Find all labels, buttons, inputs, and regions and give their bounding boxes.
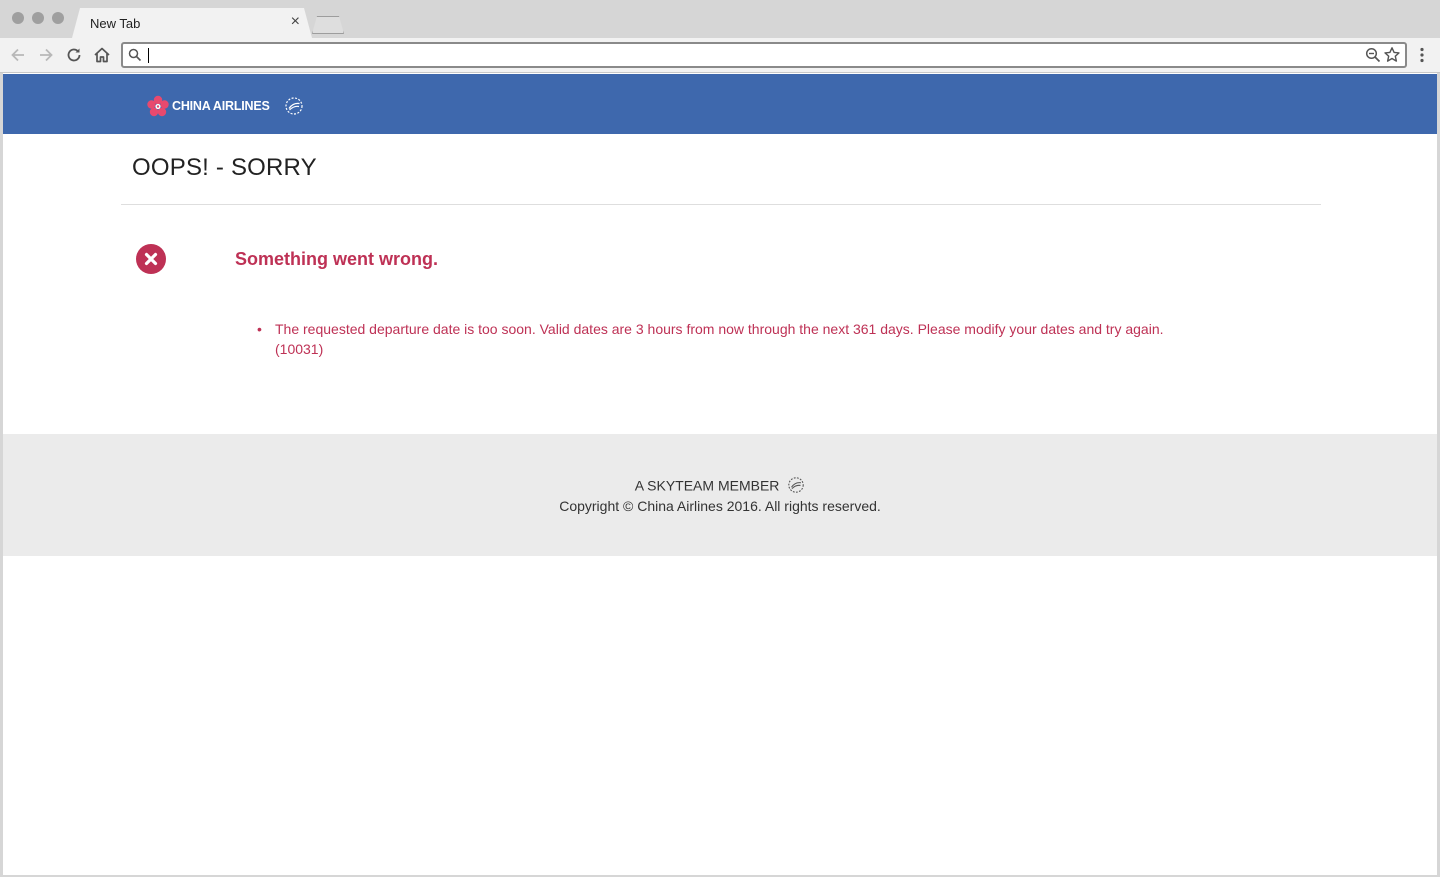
- zoom-icon[interactable]: [1365, 47, 1381, 63]
- skyteam-member-line: A SKYTEAM MEMBER: [3, 476, 1437, 494]
- home-icon[interactable]: [92, 45, 112, 65]
- tab-title: New Tab: [90, 16, 141, 31]
- forward-icon[interactable]: [36, 45, 56, 65]
- minimize-window-button[interactable]: [32, 12, 44, 24]
- skyteam-icon: [285, 97, 303, 115]
- reload-icon[interactable]: [64, 45, 84, 65]
- divider: [121, 204, 1321, 205]
- page-content: CHINA AIRLINES OOPS! - SORRY Something w…: [3, 74, 1437, 875]
- address-bar[interactable]: [121, 42, 1407, 68]
- china-airlines-logo[interactable]: CHINA AIRLINES: [146, 94, 304, 118]
- tab-strip: New Tab ×: [0, 0, 1440, 38]
- browser-toolbar: [0, 38, 1440, 73]
- maximize-window-button[interactable]: [52, 12, 64, 24]
- skyteam-member-text: A SKYTEAM MEMBER: [634, 477, 780, 494]
- error-message-text: The requested departure date is too soon…: [275, 321, 1164, 357]
- tab-close-icon[interactable]: ×: [291, 14, 300, 30]
- page-title: OOPS! - SORRY: [132, 154, 317, 181]
- menu-icon[interactable]: [1413, 46, 1431, 64]
- browser-chrome: New Tab ×: [0, 0, 1440, 73]
- plum-blossom-logo-icon: [147, 95, 169, 117]
- error-message: • The requested departure date is too so…: [257, 319, 1197, 359]
- error-list: • The requested departure date is too so…: [257, 319, 1197, 359]
- search-icon: [128, 48, 142, 62]
- star-icon[interactable]: [1383, 46, 1401, 64]
- list-bullet: •: [257, 321, 262, 337]
- back-icon[interactable]: [8, 45, 28, 65]
- tab-new-tab[interactable]: New Tab ×: [72, 8, 312, 38]
- new-tab-button[interactable]: [312, 16, 344, 34]
- skyteam-icon: [788, 477, 805, 494]
- close-window-button[interactable]: [12, 12, 24, 24]
- copyright-text: Copyright © China Airlines 2016. All rig…: [559, 498, 881, 514]
- site-header: CHINA AIRLINES: [3, 74, 1437, 134]
- error-title: Something went wrong.: [235, 249, 438, 269]
- brand-name: CHINA AIRLINES: [172, 99, 270, 113]
- error-x-icon: [136, 244, 166, 274]
- text-caret: [148, 48, 149, 63]
- site-footer: A SKYTEAM MEMBER Copyright © China Airli…: [3, 434, 1437, 556]
